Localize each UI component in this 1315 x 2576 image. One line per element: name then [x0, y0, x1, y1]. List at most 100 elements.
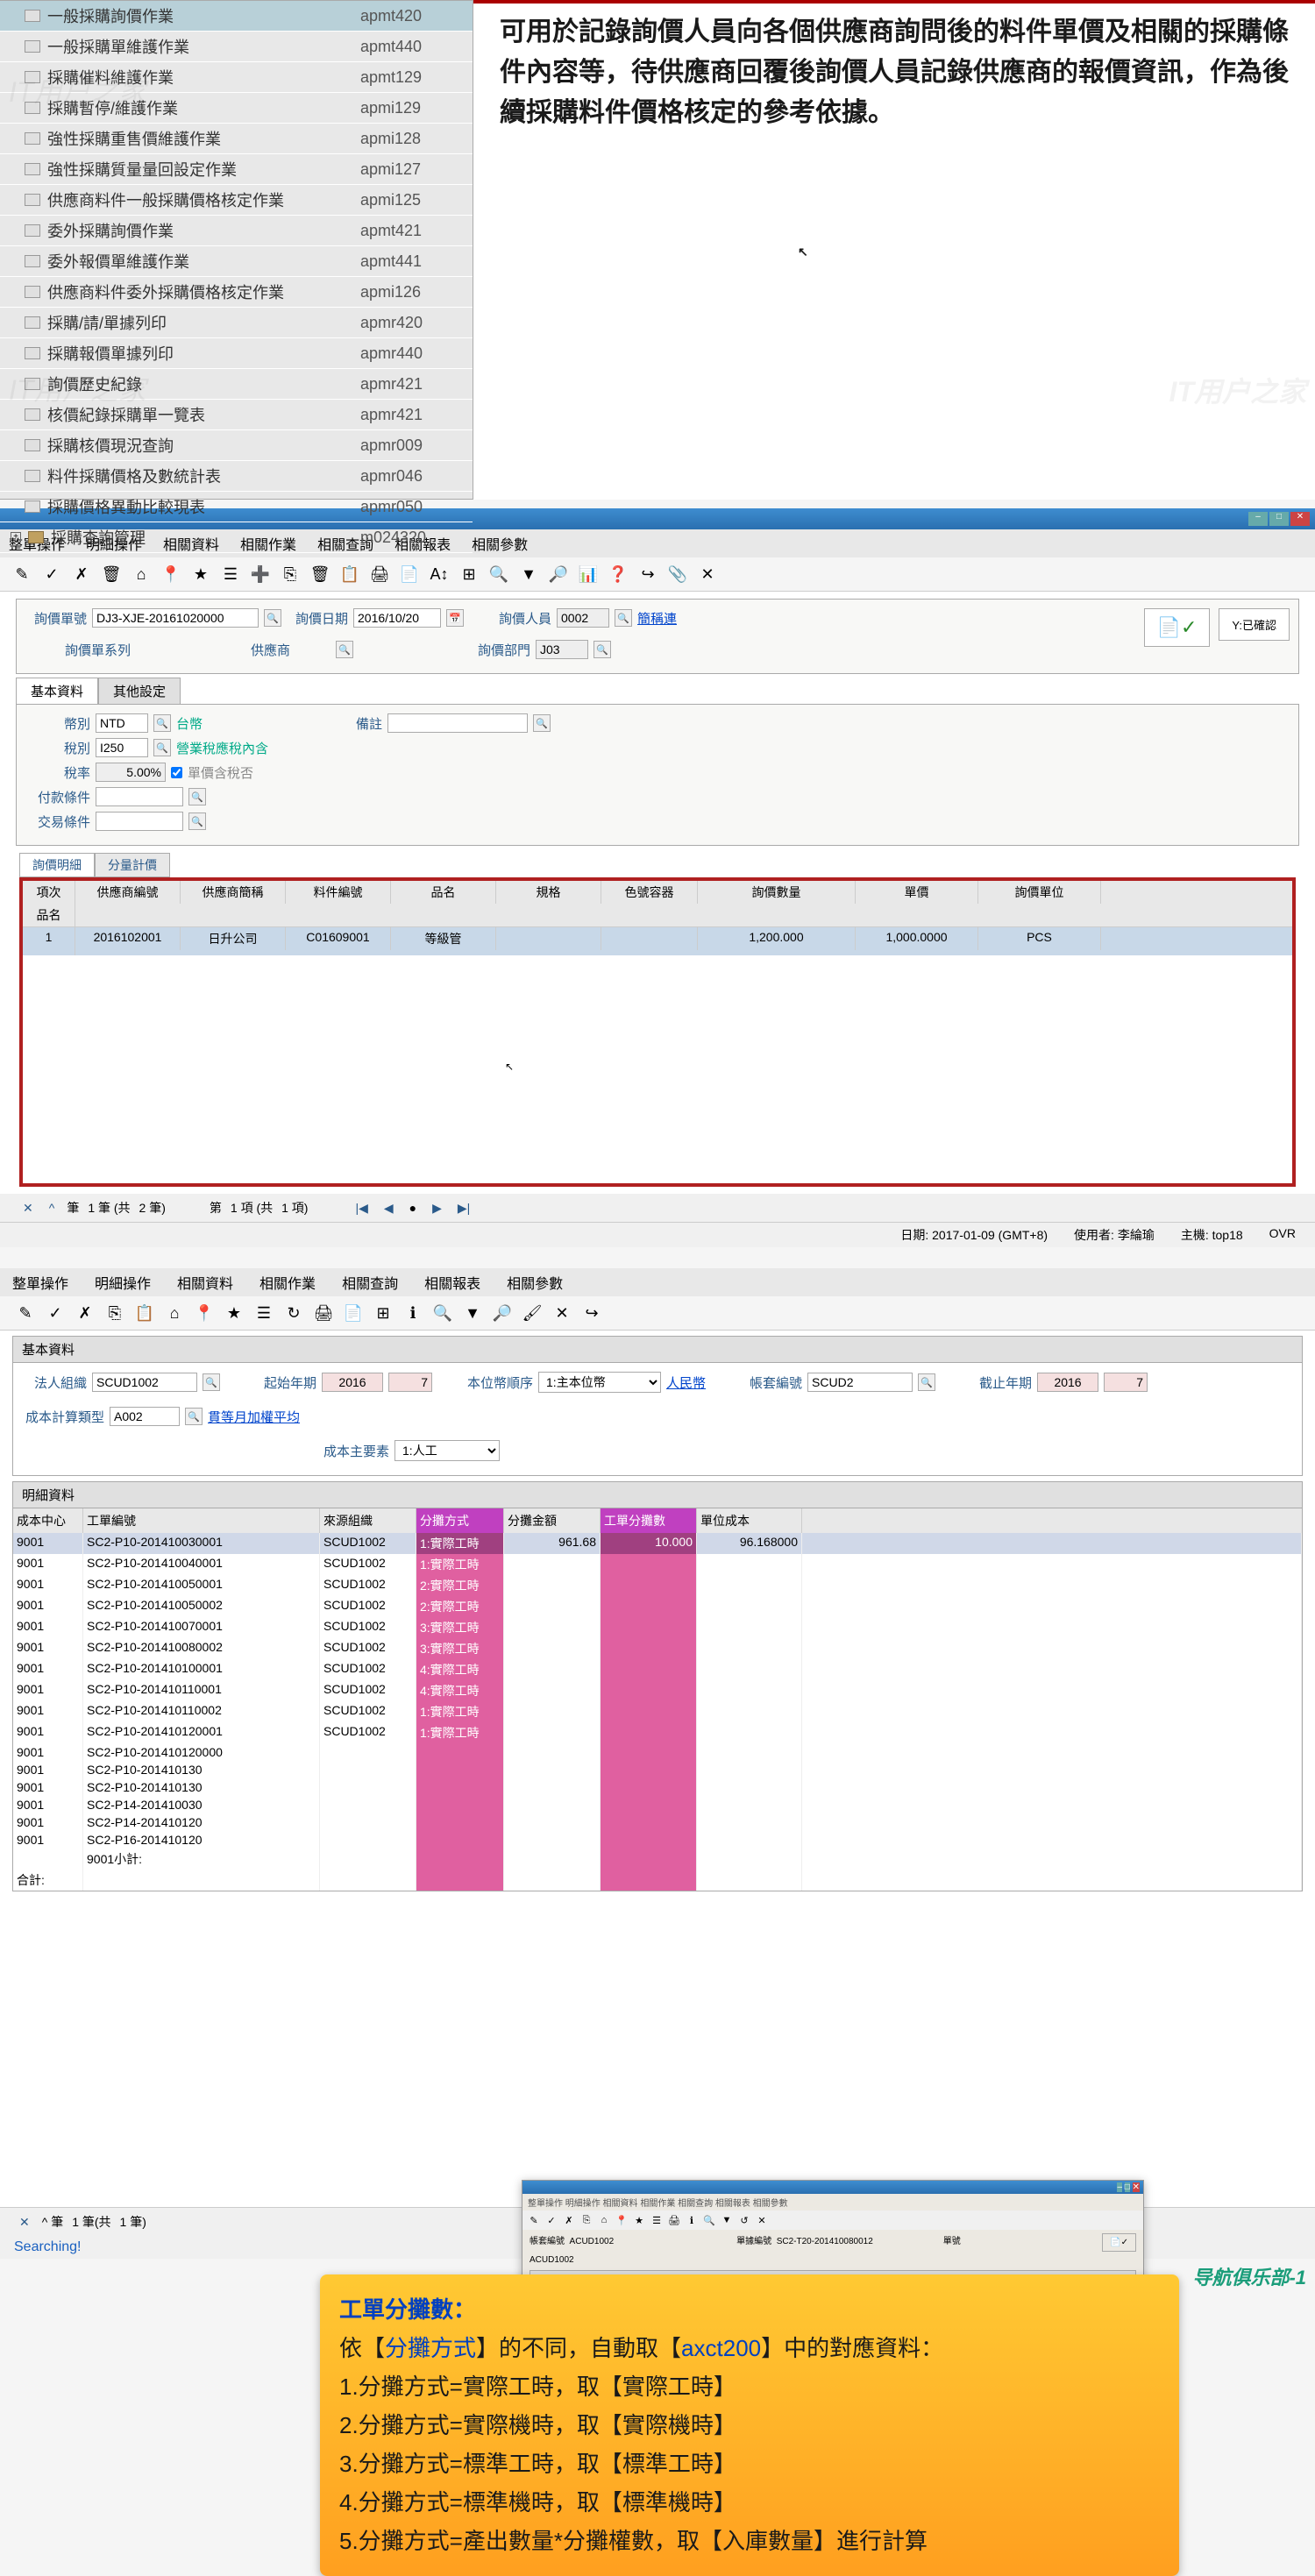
tree-item[interactable]: 採購/請/單據列印apmr420 [0, 308, 473, 338]
trade-input[interactable] [96, 812, 183, 831]
grid-row[interactable]: 9001SC2-P10-201410050001SCUD10022:實際工時 [13, 1575, 1302, 1596]
calc-input[interactable] [110, 1407, 180, 1426]
toolbar-button[interactable]: 📄 [340, 1300, 366, 1326]
grid-col-header[interactable]: 單價 [856, 881, 978, 904]
search-icon[interactable]: 🔍 [188, 813, 206, 830]
tool-icon[interactable]: ℹ [684, 2212, 700, 2228]
toolbar-button[interactable]: 🗑 [307, 561, 333, 587]
grid-row[interactable]: 9001SC2-P14-201410120 [13, 1813, 1302, 1831]
tax-input[interactable] [96, 738, 148, 757]
grid-col-header[interactable]: 色號容器 [601, 881, 698, 904]
grid-col-header[interactable]: 詢價數量 [698, 881, 856, 904]
pager-close[interactable]: ✕ [19, 1201, 37, 1216]
toolbar-button[interactable]: ⊞ [370, 1300, 396, 1326]
tool-icon[interactable]: ✕ [754, 2212, 770, 2228]
grid-row[interactable]: 9001SC2-P10-201410130 [13, 1778, 1302, 1796]
tree-item[interactable]: +採購查詢管理m024320 [0, 522, 473, 553]
search-icon[interactable]: 🔍 [336, 641, 353, 658]
close-button[interactable]: ✕ [1133, 2182, 1140, 2192]
rate-input[interactable] [96, 763, 166, 782]
toolbar-button[interactable]: 🔎 [489, 1300, 515, 1326]
toolbar-button[interactable]: ⊞ [456, 561, 482, 587]
menu-item[interactable]: 相關報表 [424, 1272, 480, 1293]
grid-row[interactable]: 9001SC2-P10-201410120000 [13, 1743, 1302, 1761]
grid-col-header[interactable]: 詢價單位 [978, 881, 1101, 904]
toolbar-button[interactable]: ☰ [251, 1300, 277, 1326]
grid-col-header[interactable]: 成本中心 [13, 1508, 83, 1533]
calendar-icon[interactable]: 📅 [446, 609, 464, 627]
toolbar-button[interactable]: 🖌 [519, 1300, 545, 1326]
toolbar-button[interactable]: ✗ [72, 1300, 98, 1326]
quote-date-input[interactable] [353, 608, 441, 628]
tab-basic[interactable]: 基本資料 [16, 678, 98, 704]
search-icon[interactable]: 🔍 [533, 714, 551, 732]
start-year-input[interactable] [322, 1373, 383, 1392]
toolbar-button[interactable]: ✎ [12, 1300, 39, 1326]
pager-last[interactable]: ▶| [454, 1201, 473, 1216]
grid-row[interactable]: 9001SC2-P10-201410110001SCUD10024:實際工時 [13, 1680, 1302, 1701]
grid-row[interactable]: 9001SC2-P10-201410100001SCUD10024:實際工時 [13, 1659, 1302, 1680]
tree-item[interactable]: 強性採購重售價維護作業apmi128 [0, 124, 473, 154]
acct-input[interactable] [807, 1373, 913, 1392]
toolbar-button[interactable]: 📍 [191, 1300, 217, 1326]
tree-item[interactable]: 料件採購價格及數統計表apmr046 [0, 461, 473, 492]
minimize-button[interactable]: – [1248, 512, 1268, 526]
tool-icon[interactable]: ☰ [649, 2212, 665, 2228]
menu-item[interactable]: 相關查詢 [342, 1272, 398, 1293]
toolbar-button[interactable]: 📊 [575, 561, 601, 587]
menu-item[interactable]: 明細操作 [95, 1272, 151, 1293]
grid-col-header[interactable]: 項次 [23, 881, 75, 904]
start-month-input[interactable] [388, 1373, 432, 1392]
toolbar-button[interactable]: 🔍 [486, 561, 512, 587]
tree-item[interactable]: 詢價歷史紀錄apmr421 [0, 369, 473, 400]
toolbar-button[interactable]: 📋 [337, 561, 363, 587]
search-icon[interactable]: 🔍 [615, 609, 632, 627]
grid-row[interactable]: 9001小計: [13, 1849, 1302, 1870]
tool-icon[interactable]: ✎ [526, 2212, 542, 2228]
toolbar-button[interactable]: A↕ [426, 561, 452, 587]
grid-col-header[interactable]: 來源組織 [320, 1508, 416, 1533]
toolbar-button[interactable]: 🗑 [98, 561, 124, 587]
menu-item[interactable]: 相關參數 [507, 1272, 563, 1293]
grid-row[interactable]: 9001SC2-P10-201410070001SCUD10023:實際工時 [13, 1617, 1302, 1638]
menu-item[interactable]: 相關參數 [472, 533, 528, 554]
tree-item[interactable]: 一般採購詢價作業apmt420 [0, 1, 473, 32]
grid-col-header[interactable]: 供應商簡稱 [181, 881, 286, 904]
end-month-input[interactable] [1104, 1373, 1148, 1392]
search-icon[interactable]: 🔍 [594, 641, 611, 658]
grid-row[interactable]: 9001SC2-P10-201410130 [13, 1761, 1302, 1778]
tool-icon[interactable]: ✓ [544, 2212, 559, 2228]
grid-col-header[interactable]: 分攤方式 [416, 1508, 504, 1533]
tab-detail[interactable]: 詢價明細 [19, 853, 95, 877]
currency-input[interactable] [96, 713, 148, 733]
confirm-button[interactable]: 📄✓ [1144, 608, 1211, 647]
grid-col-header[interactable]: 料件編號 [286, 881, 391, 904]
tool-icon[interactable]: 📍 [614, 2212, 629, 2228]
grid-row[interactable]: 9001SC2-P14-201410030 [13, 1796, 1302, 1813]
toolbar-button[interactable]: ✓ [42, 1300, 68, 1326]
corp-input[interactable] [92, 1373, 197, 1392]
tree-item[interactable]: 採購價格異動比較現表apmr050 [0, 492, 473, 522]
search-icon[interactable]: 🔍 [918, 1373, 935, 1391]
grid-col-header[interactable]: 工單分攤數 [601, 1508, 697, 1533]
menu-item[interactable]: 相關作業 [259, 1272, 316, 1293]
tree-item[interactable]: 採購核價現況查詢apmr009 [0, 430, 473, 461]
tool-icon[interactable]: ✗ [561, 2212, 577, 2228]
grid-row[interactable]: 12016102001日升公司C01609001等級管1,200.0001,00… [23, 927, 1292, 955]
quote-dept-input[interactable] [536, 640, 588, 659]
grid-row[interactable]: 9001SC2-P10-201410030001SCUD10021:實際工時96… [13, 1533, 1302, 1554]
currency-link[interactable]: 人民幣 [666, 1373, 706, 1392]
toolbar-button[interactable]: ☰ [217, 561, 244, 587]
grid-col-header[interactable]: 規格 [496, 881, 601, 904]
toolbar-button[interactable]: ⎘ [102, 1300, 128, 1326]
tool-icon[interactable]: 🖨 [666, 2212, 682, 2228]
toolbar-button[interactable]: ✕ [694, 561, 721, 587]
popup-confirm-button[interactable]: 📄✓ [1102, 2233, 1136, 2252]
toolbar-button[interactable]: 📋 [132, 1300, 158, 1326]
tree-item[interactable]: 核價紀錄採購單一覽表apmr421 [0, 400, 473, 430]
grid-col-header[interactable]: 供應商編號 [75, 881, 181, 904]
calc-link[interactable]: 貫等月加權平均 [208, 1408, 300, 1426]
search-icon[interactable]: 🔍 [153, 739, 171, 756]
pager-first[interactable]: |◀ [352, 1201, 371, 1216]
maximize-button[interactable]: □ [1125, 2182, 1130, 2192]
